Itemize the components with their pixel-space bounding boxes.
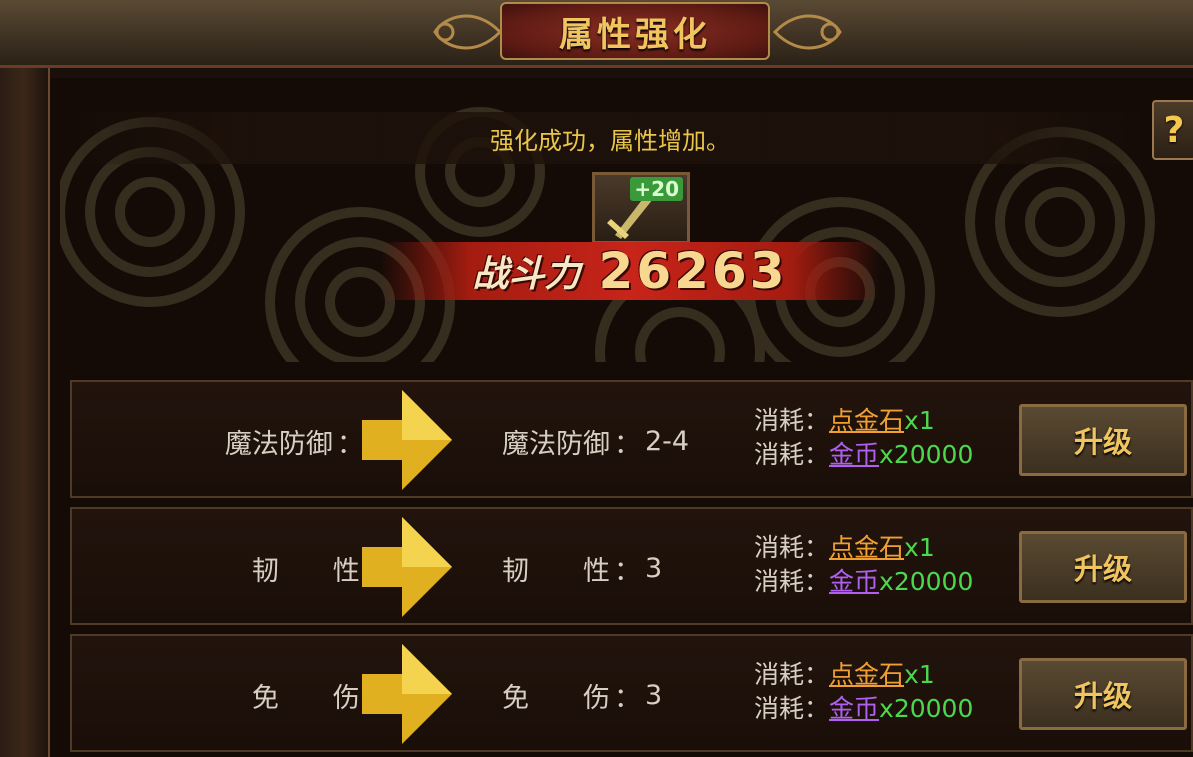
cost-line: 消耗：金币x20000 bbox=[754, 692, 1004, 726]
next-attribute-value: 3 bbox=[645, 552, 663, 584]
arrow-right-icon bbox=[362, 390, 452, 490]
arrow-right-icon bbox=[362, 517, 452, 617]
cost-line: 消耗：点金石x1 bbox=[754, 531, 1004, 565]
cost-line: 消耗：金币x20000 bbox=[754, 438, 1004, 472]
next-attribute: 魔法防御： 2-4 bbox=[502, 382, 782, 500]
notice-text: 强化成功，属性增加。 bbox=[490, 126, 730, 155]
cost-line: 消耗：点金石x1 bbox=[754, 658, 1004, 692]
cost-item-link[interactable]: 点金石 bbox=[829, 660, 904, 689]
next-attribute-value: 2-4 bbox=[645, 425, 690, 457]
upgrade-button[interactable]: 升级 bbox=[1019, 531, 1187, 603]
cost-item-link[interactable]: 点金石 bbox=[829, 406, 904, 435]
cost-item-link[interactable]: 点金石 bbox=[829, 533, 904, 562]
attribute-row: 韧 性：2 韧 性：3 消耗：点金石x1 消耗：金币x20000 升级 bbox=[70, 507, 1193, 625]
cost-label: 消耗： bbox=[754, 406, 830, 435]
current-attribute-label: 免 伤 bbox=[251, 682, 360, 714]
ornament-right-icon bbox=[772, 14, 842, 50]
upgrade-button[interactable]: 升级 bbox=[1019, 404, 1187, 476]
item-level-badge: +20 bbox=[630, 177, 683, 201]
cost-item-link[interactable]: 金币 bbox=[829, 694, 879, 723]
cost-label: 消耗： bbox=[754, 440, 830, 469]
help-button[interactable]: ? bbox=[1152, 100, 1193, 160]
frame-left bbox=[0, 68, 50, 757]
cost-count: x20000 bbox=[879, 567, 974, 596]
power-banner: 战斗力 26263 bbox=[380, 242, 880, 300]
power-label: 战斗力 bbox=[472, 254, 581, 295]
cost-label: 消耗： bbox=[754, 533, 830, 562]
cost-count: x1 bbox=[904, 660, 935, 689]
cost-count: x1 bbox=[904, 533, 935, 562]
cost-count: x20000 bbox=[879, 440, 974, 469]
attribute-row: 魔法防御：1-4 魔法防御：2-4 消耗：点金石x1 消耗：金币x20000 升… bbox=[70, 380, 1193, 498]
notice-bar: 强化成功，属性增加。 bbox=[70, 112, 1150, 164]
next-attribute-label: 免 伤 bbox=[502, 682, 610, 714]
current-attribute-label: 韧 性 bbox=[251, 555, 360, 587]
cost-list: 消耗：点金石x1 消耗：金币x20000 bbox=[754, 658, 1004, 726]
cost-label: 消耗： bbox=[754, 660, 830, 689]
attribute-row: 免 伤：2 免 伤：3 消耗：点金石x1 消耗：金币x20000 升级 bbox=[70, 634, 1193, 752]
next-attribute: 免 伤： 3 bbox=[502, 636, 782, 754]
title-plate: 属性强化 bbox=[500, 2, 770, 60]
cost-list: 消耗：点金石x1 消耗：金币x20000 bbox=[754, 531, 1004, 599]
cost-line: 消耗：金币x20000 bbox=[754, 565, 1004, 599]
cost-item-link[interactable]: 金币 bbox=[829, 440, 879, 469]
next-attribute-label: 魔法防御 bbox=[502, 428, 610, 460]
power-value: 26263 bbox=[598, 242, 788, 300]
cost-line: 消耗：点金石x1 bbox=[754, 404, 1004, 438]
cost-count: x20000 bbox=[879, 694, 974, 723]
next-attribute: 韧 性： 3 bbox=[502, 509, 782, 627]
ornament-left-icon bbox=[433, 14, 503, 50]
page-title: 属性强化 bbox=[559, 14, 711, 55]
next-attribute-value: 3 bbox=[645, 679, 663, 711]
cost-count: x1 bbox=[904, 406, 935, 435]
title-bar: 属性强化 bbox=[0, 0, 1193, 68]
arrow-right-icon bbox=[362, 644, 452, 744]
item-slot[interactable]: +20 bbox=[592, 172, 690, 244]
cost-label: 消耗： bbox=[754, 694, 830, 723]
next-attribute-label: 韧 性 bbox=[502, 555, 610, 587]
cost-item-link[interactable]: 金币 bbox=[829, 567, 879, 596]
upgrade-button[interactable]: 升级 bbox=[1019, 658, 1187, 730]
current-attribute-label: 魔法防御 bbox=[224, 428, 333, 460]
cost-label: 消耗： bbox=[754, 567, 830, 596]
cost-list: 消耗：点金石x1 消耗：金币x20000 bbox=[754, 404, 1004, 472]
